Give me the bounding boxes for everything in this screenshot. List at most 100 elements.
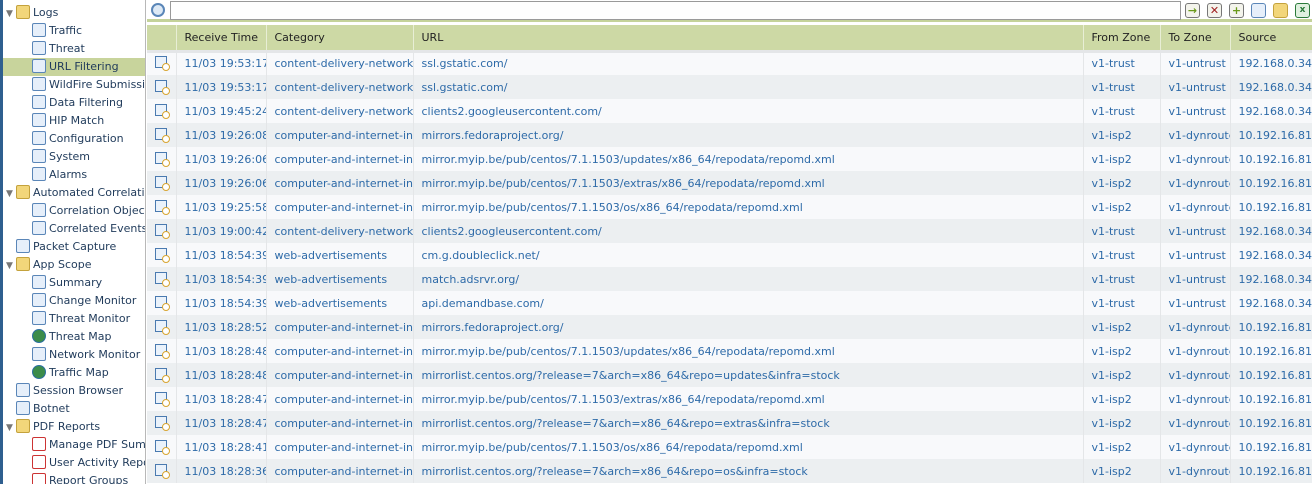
table-row[interactable]: 11/03 19:25:58 computer-and-internet-info… <box>147 195 1312 219</box>
detail-cell[interactable] <box>147 291 177 315</box>
to-zone-cell[interactable]: v1-untrust <box>1160 219 1231 243</box>
detailed-log-view-icon[interactable] <box>155 175 170 191</box>
expand-triangle-icon[interactable]: ▼ <box>6 5 16 23</box>
to-zone-cell[interactable]: v1-dynroute <box>1160 315 1231 339</box>
expand-triangle-icon[interactable]: ▼ <box>6 419 16 437</box>
url-cell[interactable]: mirrors.fedoraproject.org/ <box>413 315 1084 339</box>
category-cell[interactable]: computer-and-internet-info <box>266 387 414 411</box>
from-zone-cell[interactable]: v1-isp2 <box>1083 459 1161 483</box>
detailed-log-view-icon[interactable] <box>155 56 170 72</box>
column-header-from-zone[interactable]: From Zone <box>1083 25 1161 51</box>
category-cell[interactable]: web-advertisements <box>266 267 414 291</box>
receive-time-cell[interactable]: 11/03 18:54:39 <box>176 291 267 315</box>
sidebar-item-pdf-reports[interactable]: ▼ PDF Reports <box>6 418 100 436</box>
from-zone-cell[interactable]: v1-isp2 <box>1083 195 1161 219</box>
expand-triangle-icon[interactable]: ▼ <box>6 185 16 203</box>
url-cell[interactable]: clients2.googleusercontent.com/ <box>413 99 1084 123</box>
source-cell[interactable]: 10.192.16.81 <box>1230 459 1312 483</box>
column-header-detail[interactable] <box>147 25 177 51</box>
category-cell[interactable]: computer-and-internet-info <box>266 315 414 339</box>
detail-cell[interactable] <box>147 339 177 363</box>
url-cell[interactable]: mirror.myip.be/pub/centos/7.1.1503/updat… <box>413 339 1084 363</box>
sidebar-item-correlated-events[interactable]: Correlated Events <box>32 220 145 238</box>
detailed-log-view-icon[interactable] <box>155 103 170 119</box>
sidebar-item-packet-capture[interactable]: Packet Capture <box>6 238 116 256</box>
sidebar-item-configuration[interactable]: Configuration <box>32 130 124 148</box>
detail-cell[interactable] <box>147 99 177 123</box>
filter-input[interactable] <box>170 1 1181 20</box>
to-zone-cell[interactable]: v1-dynroute <box>1160 195 1231 219</box>
receive-time-cell[interactable]: 11/03 18:28:36 <box>176 459 267 483</box>
to-zone-cell[interactable]: v1-dynroute <box>1160 387 1231 411</box>
detail-cell[interactable] <box>147 411 177 435</box>
source-cell[interactable]: 10.192.16.81 <box>1230 195 1312 219</box>
source-cell[interactable]: 192.168.0.34 <box>1230 243 1312 267</box>
url-cell[interactable]: ssl.gstatic.com/ <box>413 75 1084 99</box>
column-header-category[interactable]: Category <box>266 25 414 51</box>
detail-cell[interactable] <box>147 315 177 339</box>
from-zone-cell[interactable]: v1-isp2 <box>1083 363 1161 387</box>
category-cell[interactable]: computer-and-internet-info <box>266 411 414 435</box>
source-cell[interactable]: 192.168.0.34 <box>1230 291 1312 315</box>
url-cell[interactable]: mirrorlist.centos.org/?release=7&arch=x8… <box>413 363 1084 387</box>
table-row[interactable]: 11/03 18:28:47 computer-and-internet-info… <box>147 387 1312 411</box>
from-zone-cell[interactable]: v1-trust <box>1083 267 1161 291</box>
sidebar-item-alarms[interactable]: Alarms <box>32 166 87 184</box>
detail-cell[interactable] <box>147 147 177 171</box>
from-zone-cell[interactable]: v1-isp2 <box>1083 171 1161 195</box>
category-cell[interactable]: web-advertisements <box>266 291 414 315</box>
url-cell[interactable]: mirror.myip.be/pub/centos/7.1.1503/extra… <box>413 171 1084 195</box>
apply-filter-button[interactable]: → <box>1185 3 1200 18</box>
table-row[interactable]: 11/03 18:54:39 web-advertisements match.ad… <box>147 267 1312 291</box>
url-cell[interactable]: mirror.myip.be/pub/centos/7.1.1503/os/x8… <box>413 435 1084 459</box>
add-filter-button[interactable]: + <box>1229 3 1244 18</box>
detailed-log-view-icon[interactable] <box>155 199 170 215</box>
table-row[interactable]: 11/03 18:54:39 web-advertisements cm.g.dou… <box>147 243 1312 267</box>
sidebar-item-manage-pdf-summary[interactable]: Manage PDF Summary <box>32 436 145 454</box>
load-filter-button[interactable] <box>1273 3 1288 18</box>
from-zone-cell[interactable]: v1-trust <box>1083 219 1161 243</box>
save-filter-button[interactable] <box>1251 3 1266 18</box>
source-cell[interactable]: 192.168.0.34 <box>1230 75 1312 99</box>
category-cell[interactable]: content-delivery-networks <box>266 75 414 99</box>
sidebar-item-summary[interactable]: Summary <box>32 274 102 292</box>
receive-time-cell[interactable]: 11/03 19:53:17 <box>176 75 267 99</box>
detailed-log-view-icon[interactable] <box>155 295 170 311</box>
detailed-log-view-icon[interactable] <box>155 271 170 287</box>
table-row[interactable]: 11/03 19:26:08 computer-and-internet-info… <box>147 123 1312 147</box>
table-row[interactable]: 11/03 19:00:42 content-delivery-networks c… <box>147 219 1312 243</box>
column-header-url[interactable]: URL <box>413 25 1084 51</box>
url-cell[interactable]: mirrorlist.centos.org/?release=7&arch=x8… <box>413 411 1084 435</box>
table-row[interactable]: 11/03 18:28:48 computer-and-internet-info… <box>147 363 1312 387</box>
sidebar-item-traffic-map[interactable]: Traffic Map <box>32 364 109 382</box>
to-zone-cell[interactable]: v1-dynroute <box>1160 339 1231 363</box>
sidebar-item-threat-map[interactable]: Threat Map <box>32 328 112 346</box>
receive-time-cell[interactable]: 11/03 19:45:24 <box>176 99 267 123</box>
detail-cell[interactable] <box>147 267 177 291</box>
detailed-log-view-icon[interactable] <box>155 127 170 143</box>
category-cell[interactable]: content-delivery-networks <box>266 219 414 243</box>
source-cell[interactable]: 10.192.16.81 <box>1230 171 1312 195</box>
receive-time-cell[interactable]: 11/03 19:26:06 <box>176 147 267 171</box>
from-zone-cell[interactable]: v1-isp2 <box>1083 339 1161 363</box>
table-row[interactable]: 11/03 19:53:17 content-delivery-networks s… <box>147 75 1312 99</box>
source-cell[interactable]: 10.192.16.81 <box>1230 339 1312 363</box>
detail-cell[interactable] <box>147 195 177 219</box>
detail-cell[interactable] <box>147 171 177 195</box>
category-cell[interactable]: web-advertisements <box>266 243 414 267</box>
source-cell[interactable]: 10.192.16.81 <box>1230 435 1312 459</box>
table-row[interactable]: 11/03 18:28:41 computer-and-internet-info… <box>147 435 1312 459</box>
to-zone-cell[interactable]: v1-untrust <box>1160 75 1231 99</box>
column-header-to-zone[interactable]: To Zone <box>1160 25 1231 51</box>
url-cell[interactable]: mirror.myip.be/pub/centos/7.1.1503/extra… <box>413 387 1084 411</box>
table-row[interactable]: 11/03 18:28:47 computer-and-internet-info… <box>147 411 1312 435</box>
from-zone-cell[interactable]: v1-trust <box>1083 49 1161 75</box>
detailed-log-view-icon[interactable] <box>155 151 170 167</box>
sidebar-item-network-monitor[interactable]: Network Monitor <box>32 346 140 364</box>
detailed-log-view-icon[interactable] <box>155 367 170 383</box>
source-cell[interactable]: 10.192.16.81 <box>1230 147 1312 171</box>
to-zone-cell[interactable]: v1-untrust <box>1160 267 1231 291</box>
sidebar-item-app-scope[interactable]: ▼ App Scope <box>6 256 92 274</box>
to-zone-cell[interactable]: v1-dynroute <box>1160 123 1231 147</box>
table-row[interactable]: 11/03 19:45:24 content-delivery-networks c… <box>147 99 1312 123</box>
